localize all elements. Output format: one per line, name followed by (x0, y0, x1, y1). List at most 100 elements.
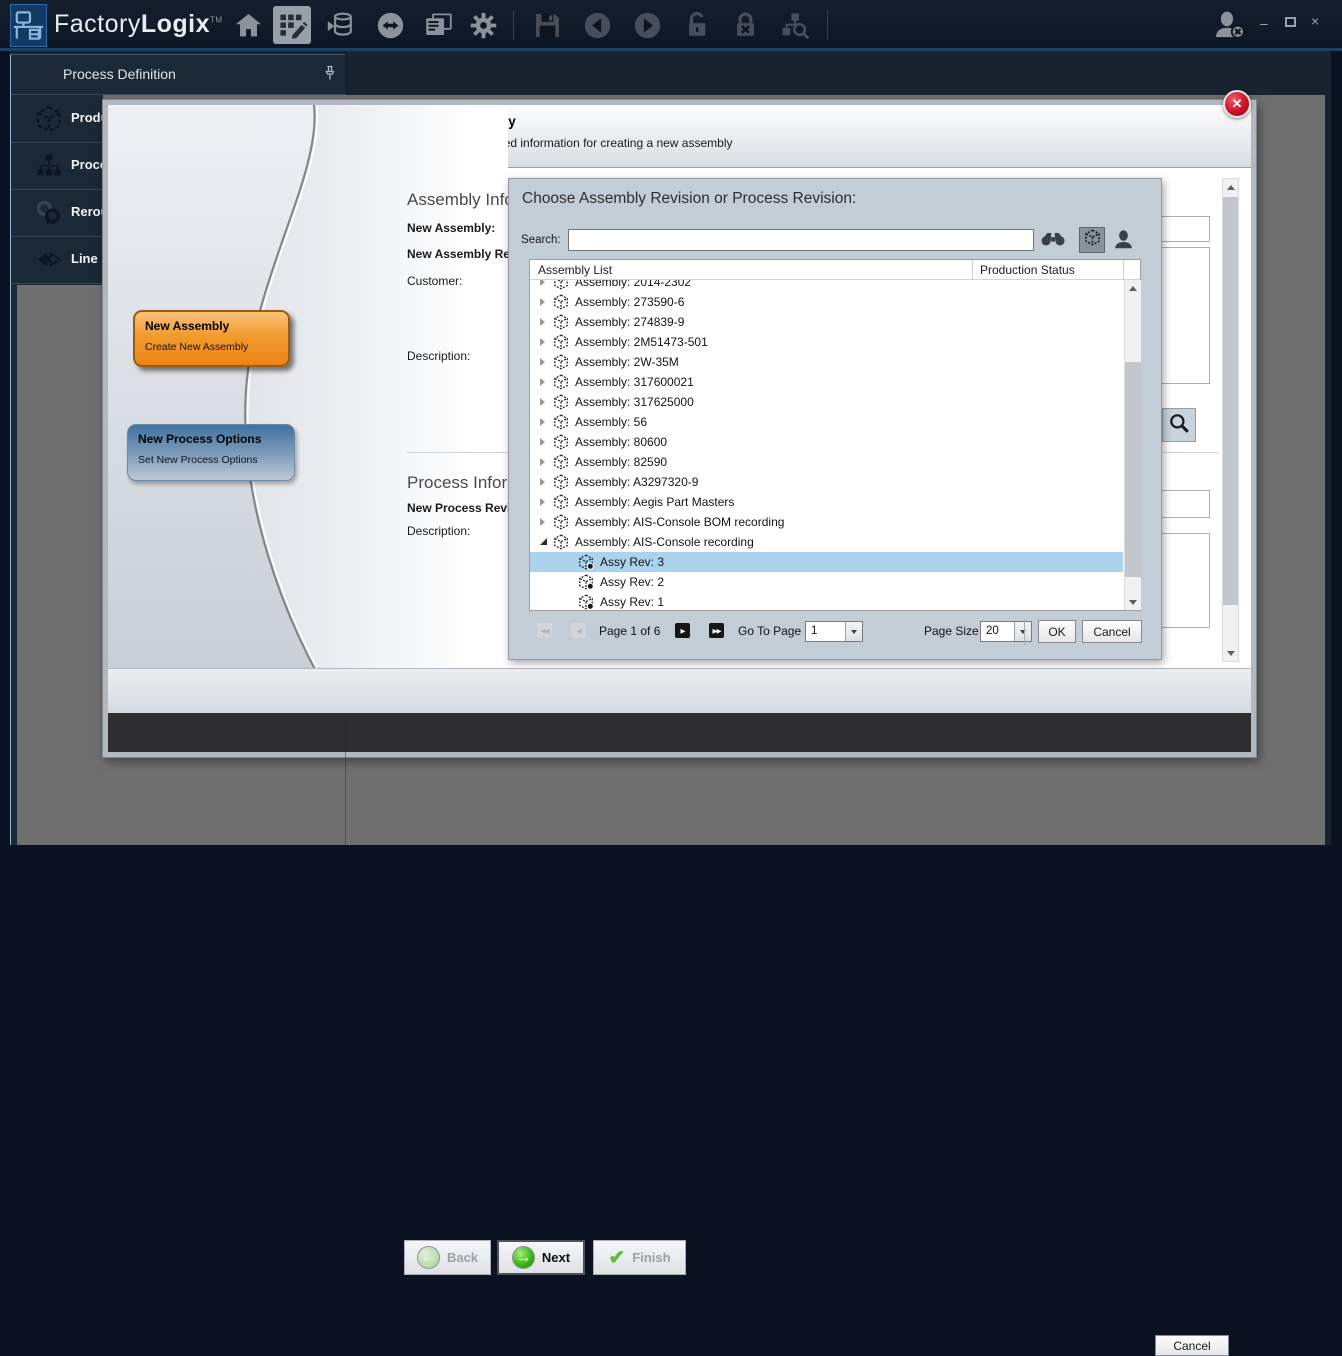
tree-row-assembly[interactable]: Assembly: 2W-35M (530, 352, 1123, 372)
scrollbar-thumb[interactable] (1223, 197, 1238, 605)
expander-expanded-icon[interactable] (540, 538, 547, 545)
toolbar-separator (827, 10, 828, 40)
dialog-close-button[interactable]: ✕ (1223, 90, 1251, 118)
tree-row-assembly[interactable]: Assembly: 80600 (530, 432, 1123, 452)
panel-border-showthrough (345, 713, 346, 845)
step-new-assembly[interactable]: New Assembly Create New Assembly (133, 310, 290, 367)
minimize-button[interactable]: – (1260, 16, 1268, 30)
tree-row-label: Assembly: AIS-Console BOM recording (575, 515, 784, 529)
wizard-scrollbar[interactable] (1222, 178, 1239, 662)
person-icon[interactable] (1113, 229, 1134, 255)
tree-row-label: Assembly: 2014-2302 (575, 280, 691, 289)
tree-row-label: Assembly: 274839-9 (575, 315, 684, 329)
expander-collapsed-icon[interactable] (540, 280, 545, 286)
page-size-label: Page Size (924, 624, 979, 638)
lock-discard-button[interactable] (726, 6, 764, 44)
step-new-process-options[interactable]: New Process Options Set New Process Opti… (127, 424, 295, 481)
cube-icon (1084, 229, 1101, 251)
list-header: Assembly List Production Status (530, 260, 1140, 280)
tree-row-assembly[interactable]: Assembly: 56 (530, 412, 1123, 432)
search-label: Search: (521, 234, 561, 246)
tree-row-revision[interactable]: Assy Rev: 1 (530, 592, 1123, 610)
list-scrollbar[interactable] (1124, 280, 1141, 610)
transfer-button[interactable] (371, 6, 409, 44)
tree-row-revision[interactable]: Assy Rev: 3 (530, 552, 1123, 572)
goto-page-combobox[interactable]: 1 (805, 621, 863, 642)
tree-row-label: Assembly: 56 (575, 415, 647, 429)
reports-button[interactable] (417, 6, 459, 44)
expander-collapsed-icon[interactable] (540, 518, 545, 526)
save-button[interactable] (528, 6, 566, 44)
scrollbar-thumb[interactable] (1125, 362, 1141, 577)
next-page-button[interactable]: ▶ (675, 623, 690, 638)
tree-row-label: Assembly: A3297320-9 (575, 475, 698, 489)
expander-collapsed-icon[interactable] (540, 418, 545, 426)
tree-row-label: Assembly: 80600 (575, 435, 667, 449)
unlock-button[interactable] (678, 6, 716, 44)
tree-row-assembly[interactable]: Assembly: 317600021 (530, 372, 1123, 392)
expander-collapsed-icon[interactable] (540, 318, 545, 326)
column-assembly-list[interactable]: Assembly List (538, 263, 612, 277)
maximize-button[interactable] (1285, 17, 1296, 27)
previous-page-button[interactable]: ◀ (571, 623, 586, 638)
assembly-search-button[interactable] (1162, 408, 1196, 442)
tree-row-label: Assy Rev: 1 (600, 595, 664, 609)
expander-collapsed-icon[interactable] (540, 378, 545, 386)
back-button[interactable]: ← Back (404, 1240, 491, 1275)
chevron-down-icon[interactable] (845, 622, 862, 641)
expander-collapsed-icon[interactable] (540, 298, 545, 306)
scroll-down-arrow[interactable] (1125, 594, 1141, 610)
data-import-button[interactable] (321, 6, 359, 44)
picker-cancel-button[interactable]: Cancel (1082, 620, 1142, 643)
binoculars-search-icon[interactable] (1041, 231, 1065, 252)
tree-row-revision[interactable]: Assy Rev: 2 (530, 572, 1123, 592)
expander-collapsed-icon[interactable] (540, 498, 545, 506)
process-definition-editor-button[interactable] (273, 6, 311, 44)
undo-button[interactable] (578, 6, 616, 44)
tree-row-assembly[interactable]: Assembly: AIS-Console BOM recording (530, 512, 1123, 532)
pin-icon[interactable] (324, 65, 336, 86)
redo-button[interactable] (628, 6, 666, 44)
expander-collapsed-icon[interactable] (540, 358, 545, 366)
page-indicator: Page 1 of 6 (599, 624, 660, 638)
window-close-button[interactable]: × (1311, 14, 1319, 28)
expander-collapsed-icon[interactable] (540, 458, 545, 466)
column-production-status[interactable]: Production Status (980, 263, 1075, 277)
line-prep-arrows-icon (35, 246, 63, 274)
expander-collapsed-icon[interactable] (540, 398, 545, 406)
tree-row-assembly[interactable]: Assembly: 2014-2302 (530, 280, 1123, 292)
finish-button[interactable]: ✔ Finish (593, 1240, 686, 1275)
process-tree-icon (35, 152, 63, 180)
user-logout-icon[interactable] (1213, 10, 1249, 42)
tree-row-assembly[interactable]: Assembly: 2M51473-501 (530, 332, 1123, 352)
tree-row-assembly[interactable]: Assembly: 273590-6 (530, 292, 1123, 312)
magnifier-icon (1168, 412, 1190, 439)
tree-row-assembly[interactable]: Assembly: A3297320-9 (530, 472, 1123, 492)
scroll-down-arrow[interactable] (1223, 645, 1238, 661)
last-page-button[interactable]: ▶▶ (709, 623, 724, 638)
chevron-down-icon[interactable] (1014, 622, 1031, 641)
scroll-up-arrow[interactable] (1125, 280, 1141, 296)
home-button[interactable] (229, 6, 267, 44)
assembly-view-toggle[interactable] (1079, 227, 1105, 253)
expander-collapsed-icon[interactable] (540, 478, 545, 486)
settings-gear-button[interactable] (464, 6, 502, 44)
wizard-cancel-button[interactable]: Cancel (1155, 1335, 1229, 1356)
process-search-button[interactable] (774, 6, 816, 44)
ok-button[interactable]: OK (1038, 620, 1076, 643)
scroll-up-arrow[interactable] (1223, 179, 1238, 195)
assembly-revision-icon (578, 594, 594, 610)
tree-row-assembly[interactable]: Assembly: Aegis Part Masters (530, 492, 1123, 512)
tree-row-assembly[interactable]: Assembly: AIS-Console recording (530, 532, 1123, 552)
expander-collapsed-icon[interactable] (540, 438, 545, 446)
tree-row-assembly[interactable]: Assembly: 82590 (530, 452, 1123, 472)
tree-row-assembly[interactable]: Assembly: 317625000 (530, 392, 1123, 412)
search-input[interactable] (568, 229, 1034, 251)
main-toolbar: FactoryLogixTM – × (0, 0, 1342, 51)
picker-title: Choose Assembly Revision or Process Revi… (522, 190, 856, 208)
assembly-tree: Assembly: 2014-2302 Assembly: 273590-6 Ass… (530, 280, 1123, 610)
expander-collapsed-icon[interactable] (540, 338, 545, 346)
tree-row-assembly[interactable]: Assembly: 274839-9 (530, 312, 1123, 332)
next-button[interactable]: → Next (497, 1240, 585, 1275)
first-page-button[interactable]: ◀◀ (537, 623, 552, 638)
